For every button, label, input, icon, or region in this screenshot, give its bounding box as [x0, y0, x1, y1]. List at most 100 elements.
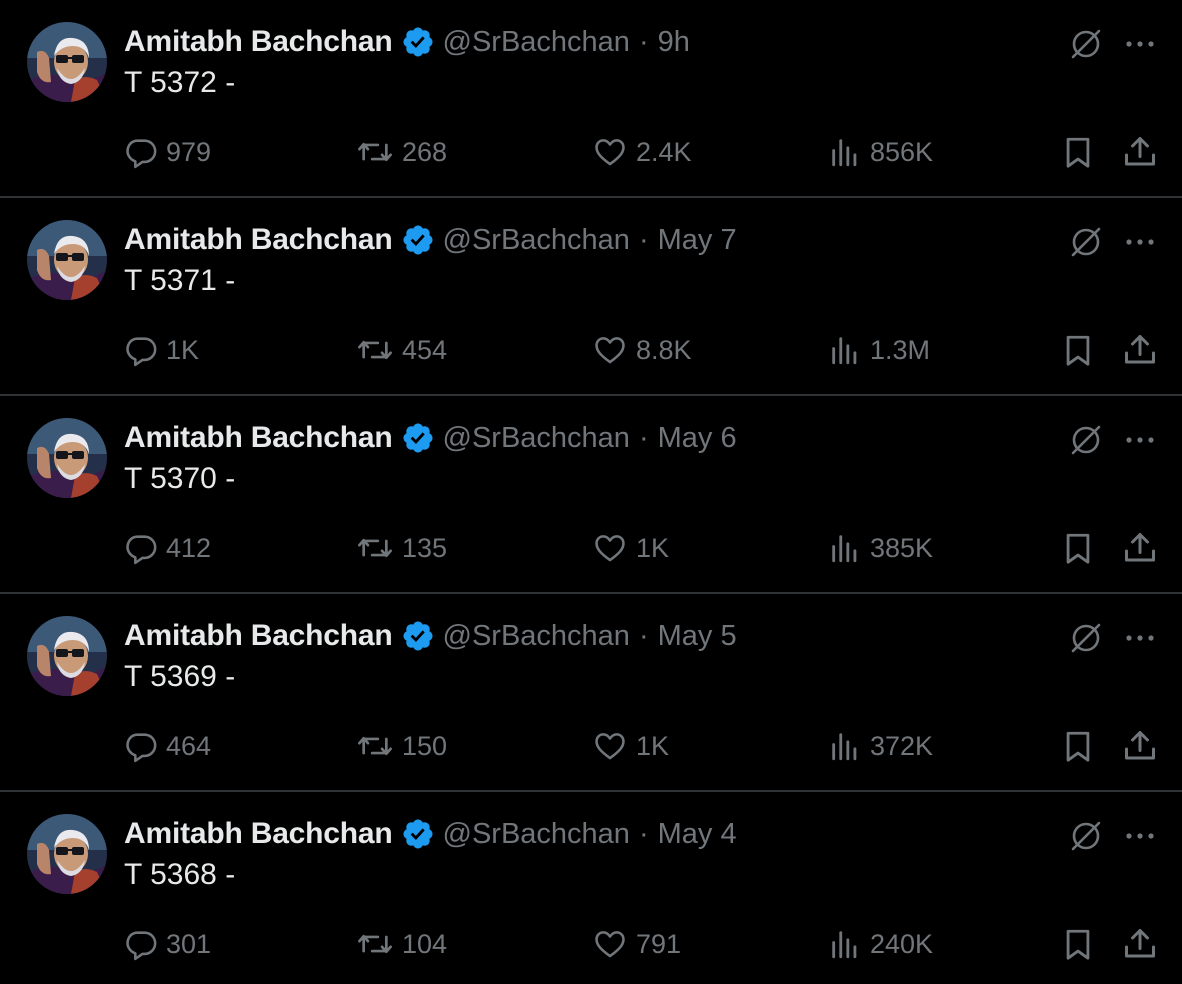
repost-icon [356, 135, 394, 169]
bookmark-icon [1062, 333, 1094, 367]
reply-icon [124, 729, 158, 763]
timestamp[interactable]: May 7 [658, 224, 737, 257]
timestamp[interactable]: 9h [658, 26, 690, 59]
avatar[interactable] [27, 220, 107, 300]
view-count: 240K [870, 928, 934, 959]
reply-icon [124, 135, 158, 169]
heart-icon [592, 729, 628, 763]
tweet-header: Amitabh Bachchan @SrBachchan · May 5 [124, 616, 737, 656]
bookmark-button[interactable] [1062, 920, 1094, 968]
more-options-icon[interactable] [1124, 628, 1156, 648]
tweet-text: T 5371 - [124, 264, 236, 297]
repost-button[interactable]: 135 [356, 524, 447, 572]
avatar[interactable] [27, 22, 107, 102]
author-handle[interactable]: @SrBachchan [443, 818, 630, 851]
views-button[interactable]: 1.3M [828, 326, 930, 374]
like-count: 1K [636, 532, 670, 563]
author-name[interactable]: Amitabh Bachchan [124, 223, 393, 257]
analytics-icon [828, 927, 862, 961]
author-name[interactable]: Amitabh Bachchan [124, 25, 393, 59]
bookmark-button[interactable] [1062, 722, 1094, 770]
avatar[interactable] [27, 814, 107, 894]
author-name[interactable]: Amitabh Bachchan [124, 619, 393, 653]
reply-count: 464 [166, 730, 212, 761]
repost-button[interactable]: 268 [356, 128, 447, 176]
bookmark-button[interactable] [1062, 128, 1094, 176]
reply-button[interactable]: 464 [124, 722, 211, 770]
verified-badge-icon[interactable] [401, 25, 435, 59]
grok-icon[interactable] [1068, 26, 1104, 62]
avatar[interactable] [27, 418, 107, 498]
action-bar: 1K 454 8.8K 1.3M [0, 326, 1182, 374]
author-handle[interactable]: @SrBachchan [443, 620, 630, 653]
reply-button[interactable]: 1K [124, 326, 199, 374]
bookmark-icon [1062, 729, 1094, 763]
author-name[interactable]: Amitabh Bachchan [124, 817, 393, 851]
timestamp[interactable]: May 6 [658, 422, 737, 455]
tweet-text: T 5368 - [124, 858, 236, 891]
separator-dot: · [638, 223, 649, 256]
like-button[interactable]: 1K [592, 722, 669, 770]
views-button[interactable]: 856K [828, 128, 933, 176]
views-button[interactable]: 240K [828, 920, 933, 968]
separator-dot: · [638, 817, 649, 850]
tweet[interactable]: Amitabh Bachchan @SrBachchan · 9h T 5372… [0, 0, 1182, 198]
more-options-icon[interactable] [1124, 826, 1156, 846]
analytics-icon [828, 531, 862, 565]
more-options-icon[interactable] [1124, 34, 1156, 54]
analytics-icon [828, 729, 862, 763]
reply-button[interactable]: 412 [124, 524, 211, 572]
bookmark-button[interactable] [1062, 524, 1094, 572]
share-button[interactable] [1122, 524, 1158, 572]
more-options-icon[interactable] [1124, 430, 1156, 450]
author-handle[interactable]: @SrBachchan [443, 26, 630, 59]
analytics-icon [828, 333, 862, 367]
grok-icon[interactable] [1068, 422, 1104, 458]
verified-badge-icon[interactable] [401, 817, 435, 851]
timestamp[interactable]: May 4 [658, 818, 737, 851]
grok-icon[interactable] [1068, 818, 1104, 854]
bookmark-button[interactable] [1062, 326, 1094, 374]
author-name[interactable]: Amitabh Bachchan [124, 421, 393, 455]
share-button[interactable] [1122, 128, 1158, 176]
more-options-icon[interactable] [1124, 232, 1156, 252]
reply-icon [124, 531, 158, 565]
tweet[interactable]: Amitabh Bachchan @SrBachchan · May 4 T 5… [0, 792, 1182, 984]
author-handle[interactable]: @SrBachchan [443, 422, 630, 455]
repost-button[interactable]: 104 [356, 920, 447, 968]
tweet[interactable]: Amitabh Bachchan @SrBachchan · May 5 T 5… [0, 594, 1182, 792]
verified-badge-icon[interactable] [401, 619, 435, 653]
author-handle[interactable]: @SrBachchan [443, 224, 630, 257]
repost-icon [356, 333, 394, 367]
like-button[interactable]: 1K [592, 524, 669, 572]
views-button[interactable]: 372K [828, 722, 933, 770]
timestamp[interactable]: May 5 [658, 620, 737, 653]
share-button[interactable] [1122, 326, 1158, 374]
bookmark-icon [1062, 135, 1094, 169]
verified-badge-icon[interactable] [401, 421, 435, 455]
repost-button[interactable]: 454 [356, 326, 447, 374]
separator-dot: · [638, 421, 649, 454]
reply-button[interactable]: 979 [124, 128, 211, 176]
repost-icon [356, 927, 394, 961]
repost-count: 135 [402, 532, 448, 563]
like-button[interactable]: 2.4K [592, 128, 692, 176]
share-button[interactable] [1122, 722, 1158, 770]
view-count: 385K [870, 532, 934, 563]
reply-icon [124, 333, 158, 367]
reply-icon [124, 927, 158, 961]
reply-button[interactable]: 301 [124, 920, 211, 968]
grok-icon[interactable] [1068, 620, 1104, 656]
reply-count: 412 [166, 532, 212, 563]
grok-icon[interactable] [1068, 224, 1104, 260]
like-button[interactable]: 791 [592, 920, 681, 968]
repost-button[interactable]: 150 [356, 722, 447, 770]
views-button[interactable]: 385K [828, 524, 933, 572]
action-bar: 979 268 2.4K 856K [0, 128, 1182, 176]
tweet[interactable]: Amitabh Bachchan @SrBachchan · May 6 T 5… [0, 396, 1182, 594]
tweet[interactable]: Amitabh Bachchan @SrBachchan · May 7 T 5… [0, 198, 1182, 396]
verified-badge-icon[interactable] [401, 223, 435, 257]
avatar[interactable] [27, 616, 107, 696]
share-button[interactable] [1122, 920, 1158, 968]
like-button[interactable]: 8.8K [592, 326, 692, 374]
